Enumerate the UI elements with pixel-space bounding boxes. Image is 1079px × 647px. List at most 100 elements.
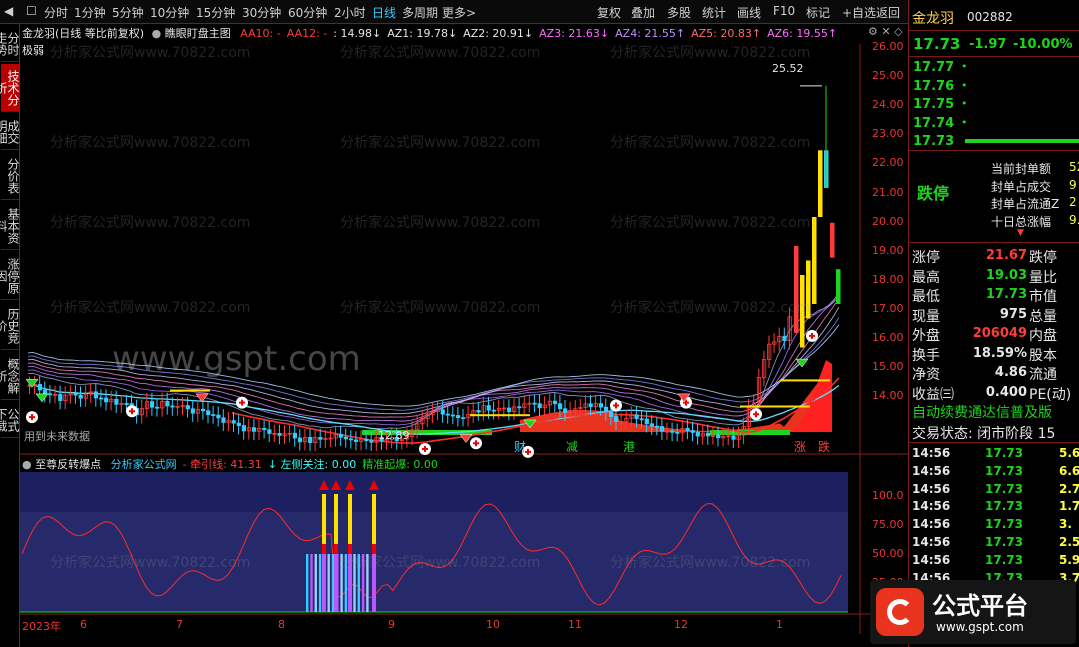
limit-down-label: 跌停 <box>917 184 950 203</box>
candle <box>241 425 246 432</box>
tick-price: 17.73 <box>985 446 1023 460</box>
candle <box>124 403 129 405</box>
close-icon[interactable]: ✕ <box>881 25 890 38</box>
event-marker[interactable]: 减 <box>566 438 578 455</box>
stat-label: 收益㈢ <box>912 386 954 403</box>
event-marker[interactable]: 港 <box>623 438 635 455</box>
candle <box>155 406 160 409</box>
left-tab-7[interactable]: 概念解析 <box>0 352 20 400</box>
candle <box>532 402 537 405</box>
left-tab-5[interactable]: 涨停原因 <box>0 252 20 300</box>
stock-name: 金龙羽 <box>912 11 954 27</box>
info-dropdown-icon[interactable]: ▼ <box>1017 228 1024 238</box>
candle <box>170 405 175 408</box>
breakout-candle <box>818 150 823 217</box>
event-marker[interactable]: 涨 <box>794 438 806 455</box>
stock-title: 金龙羽(日线 等比前复权) <box>22 27 145 40</box>
candle <box>47 393 53 396</box>
sub-indicator-icon[interactable]: ● <box>22 458 32 471</box>
future-data-note: 用到未来数据 <box>24 430 90 443</box>
price-axis-label: 14.00 <box>872 389 904 403</box>
stock-code: 002882 <box>967 10 1013 24</box>
main-legend-item: AZ6: 19.55↑ <box>767 27 838 40</box>
kline-chart[interactable]: 金龙羽(日线 等比前复权) ● 瞧眼盯盘主图 AA10: - AA12: -: 1… <box>20 24 908 647</box>
back-icon[interactable]: ◀ <box>4 4 13 18</box>
main-legend-item: AZ5: 20.83↑ <box>691 27 762 40</box>
stat-value: 206049 <box>972 326 1027 341</box>
burst-bar-top <box>372 494 376 544</box>
signal-triangle-icon <box>459 434 473 443</box>
left-tab-1[interactable]: 技术分析 <box>0 64 20 112</box>
candle <box>716 434 721 439</box>
left-tab-8[interactable]: 公式下载 <box>0 402 20 438</box>
period-tab-7[interactable]: 2小时 <box>334 4 366 21</box>
toolbar-button-3[interactable]: 统计 <box>702 4 726 21</box>
left-tab-6[interactable]: 历史竞价 <box>0 302 20 350</box>
period-tab-3[interactable]: 10分钟 <box>150 4 189 21</box>
period-tab-1[interactable]: 1分钟 <box>74 4 106 21</box>
period-tab-8[interactable]: 日线 <box>372 4 396 21</box>
toolbar-button-5[interactable]: F10 <box>773 4 795 18</box>
stat-label-right: 量比 <box>1029 269 1057 286</box>
price-axis-label: 26.00 <box>872 40 904 53</box>
signal-triangle-icon <box>35 393 49 403</box>
seal-info-value: 2 <box>1069 195 1077 209</box>
candle <box>104 397 109 403</box>
period-tab-5[interactable]: 30分钟 <box>242 4 281 21</box>
candle <box>491 409 496 412</box>
event-marker[interactable]: 财 <box>514 438 526 455</box>
left-tab-3[interactable]: 分价表 <box>1 152 20 200</box>
candle <box>78 394 83 399</box>
left-tab-4[interactable]: 基本资料 <box>0 202 20 250</box>
candle <box>93 391 99 399</box>
expand-icon[interactable]: ◇ <box>894 25 902 38</box>
stat-value: 975 <box>999 306 1027 322</box>
settings-icon[interactable]: ⚙ <box>868 25 878 38</box>
left-tab-0[interactable]: 分时走势 <box>0 26 20 62</box>
period-tab-9[interactable]: 多周期 <box>402 4 438 21</box>
main-legend-item: AZ2: 20.91↓ <box>463 27 534 40</box>
long-ma-line <box>27 384 840 435</box>
candle <box>461 417 466 420</box>
candle <box>267 429 272 434</box>
toolbar-button-0[interactable]: 复权 <box>597 4 621 21</box>
time-axis-label: 6 <box>80 618 87 631</box>
candle <box>58 394 63 401</box>
sub-indicator-name[interactable]: 至尊反转爆点 <box>35 458 101 471</box>
period-tab-2[interactable]: 5分钟 <box>112 4 144 21</box>
service-notice[interactable]: 自动续费通达信普及版 <box>912 402 1052 422</box>
price-pct: -10.00% <box>1013 37 1073 52</box>
main-legend-item: : 14.98↓ <box>333 27 382 40</box>
candle <box>609 411 614 417</box>
candle <box>297 437 303 443</box>
toolbar-button-7[interactable]: +自选 <box>842 4 876 21</box>
period-tab-0[interactable]: 分时 <box>44 4 68 21</box>
event-marker[interactable]: 跌 <box>818 438 830 455</box>
breakout-candle <box>800 275 805 348</box>
left-tab-2[interactable]: 成交明细 <box>0 114 20 150</box>
toolbar-button-4[interactable]: 画线 <box>737 4 761 21</box>
indicator-name[interactable]: 瞧眼盯盘主图 <box>165 27 231 40</box>
toolbar-button-2[interactable]: 多股 <box>667 4 691 21</box>
support-level <box>780 379 830 382</box>
tick-time: 14:56 <box>912 446 951 460</box>
toolbar-button-6[interactable]: 标记 <box>806 4 830 21</box>
indicator-dropdown-icon[interactable]: ● <box>152 27 162 40</box>
candle <box>231 420 236 424</box>
tick-volume: 2.5 <box>1059 535 1079 549</box>
period-tab-4[interactable]: 15分钟 <box>196 4 235 21</box>
candle <box>675 431 680 434</box>
candle <box>114 398 119 405</box>
period-tab-6[interactable]: 60分钟 <box>288 4 327 21</box>
price-axis-label: 17.00 <box>872 301 904 315</box>
toolbar-button-8[interactable]: 返回 <box>876 4 900 21</box>
main-legend-item: AZ3: 21.63↓ <box>539 27 610 40</box>
candle <box>654 425 660 428</box>
period-tab-10[interactable]: 更多> <box>442 4 476 21</box>
candle <box>440 409 445 415</box>
sub-axis-label: 75.00 <box>872 518 904 531</box>
toolbar-button-1[interactable]: 叠加 <box>631 4 655 21</box>
time-axis-label: 9 <box>388 618 395 631</box>
list-icon[interactable]: ☐ <box>26 4 37 18</box>
candle <box>165 400 170 407</box>
